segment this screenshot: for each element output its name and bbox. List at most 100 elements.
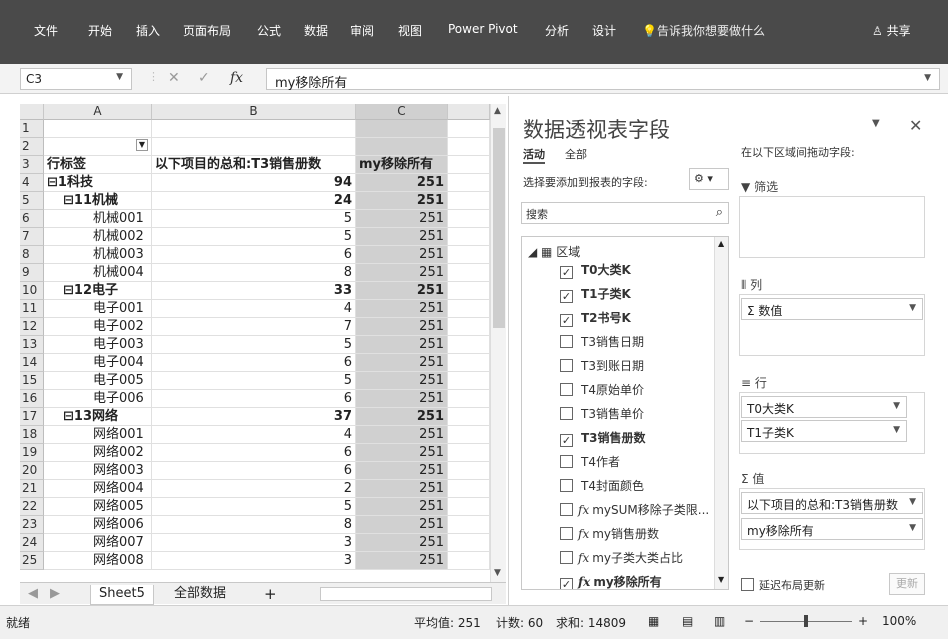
row-header[interactable]: 20 [20, 462, 44, 480]
row-header[interactable]: 11 [20, 300, 44, 318]
table-cell-c[interactable]: 251 [356, 498, 448, 516]
table-cell-b[interactable]: 5 [152, 228, 356, 246]
close-icon[interactable]: ✕ [909, 116, 922, 135]
chevron-down-icon[interactable]: ▼ [116, 72, 123, 82]
table-cell-a[interactable]: 网络005 [44, 498, 152, 516]
update-button[interactable]: 更新 [889, 573, 925, 595]
defer-update-checkbox[interactable]: 延迟布局更新 [741, 577, 825, 593]
table-cell-b[interactable]: 6 [152, 462, 356, 480]
table-cell-b[interactable]: 5 [152, 210, 356, 228]
row-header[interactable]: 24 [20, 534, 44, 552]
table-cell-b[interactable] [152, 120, 356, 138]
column-header-c[interactable]: C [356, 104, 448, 120]
table-cell-a[interactable]: 网络007 [44, 534, 152, 552]
table-cell-a[interactable]: 机械001 [44, 210, 152, 228]
table-cell-a[interactable]: 电子003 [44, 336, 152, 354]
table-cell-d[interactable] [448, 120, 490, 138]
row-header[interactable]: 14 [20, 354, 44, 372]
chevron-down-icon[interactable]: ▼ [909, 497, 916, 507]
table-cell-a[interactable]: ⊟1科技 [44, 174, 152, 192]
row-header[interactable]: 17 [20, 408, 44, 426]
tab-home[interactable]: 开始 [88, 22, 112, 39]
tab-active[interactable]: 活动 [523, 146, 545, 164]
table-cell-d[interactable] [448, 534, 490, 552]
table-cell-a[interactable]: ⊟11机械 [44, 192, 152, 210]
vertical-scrollbar[interactable]: ▲ ▼ [490, 104, 506, 582]
table-cell-d[interactable] [448, 156, 490, 174]
row-header[interactable]: 2 [20, 138, 44, 156]
field-item[interactable]: T4作者 [560, 453, 620, 470]
table-cell-d[interactable] [448, 264, 490, 282]
table-cell-d[interactable] [448, 246, 490, 264]
table-cell-a[interactable]: 网络008 [44, 552, 152, 570]
table-cell-d[interactable] [448, 354, 490, 372]
table-cell-c[interactable]: 251 [356, 282, 448, 300]
table-cell-a[interactable]: 机械003 [44, 246, 152, 264]
table-cell-b[interactable]: 5 [152, 372, 356, 390]
tab-design[interactable]: 设计 [592, 22, 616, 39]
row-header[interactable]: 18 [20, 426, 44, 444]
table-cell-d[interactable] [448, 498, 490, 516]
field-item[interactable]: fx my销售册数 [560, 525, 659, 542]
row-header[interactable]: 16 [20, 390, 44, 408]
table-cell-b[interactable]: 7 [152, 318, 356, 336]
scroll-up-icon[interactable]: ▲ [718, 239, 724, 248]
rows-chip[interactable]: T1子类K ▼ [741, 420, 907, 442]
checkbox-icon[interactable]: ✓ [560, 578, 573, 589]
row-header[interactable]: 19 [20, 444, 44, 462]
table-cell-d[interactable] [448, 462, 490, 480]
row-header[interactable]: 15 [20, 372, 44, 390]
table-cell-a[interactable]: 电子001 [44, 300, 152, 318]
table-cell-c[interactable]: my移除所有 [356, 156, 448, 174]
field-item[interactable]: T3到账日期 [560, 357, 644, 374]
table-cell-d[interactable] [448, 444, 490, 462]
zoom-slider-thumb[interactable] [804, 615, 808, 627]
table-cell-b[interactable]: 37 [152, 408, 356, 426]
checkbox-icon[interactable]: ✓ [560, 314, 573, 327]
table-cell-d[interactable] [448, 228, 490, 246]
gear-icon[interactable]: ⚙ ▾ [689, 168, 729, 190]
table-cell-b[interactable]: 8 [152, 516, 356, 534]
table-cell-c[interactable] [356, 120, 448, 138]
row-header[interactable]: 21 [20, 480, 44, 498]
tab-page-layout[interactable]: 页面布局 [183, 22, 231, 39]
column-header-b[interactable]: B [152, 104, 356, 120]
field-item[interactable]: fx my子类大类占比 [560, 549, 683, 566]
table-cell-b[interactable]: 94 [152, 174, 356, 192]
horizontal-scrollbar[interactable] [320, 587, 492, 601]
table-cell-c[interactable]: 251 [356, 336, 448, 354]
table-cell-c[interactable]: 251 [356, 192, 448, 210]
worksheet-grid[interactable]: A B C 1 2 3 行标签 ▼ 以下项目的总和:T3销售册数 my移除所有 4… [20, 104, 490, 582]
checkbox-icon[interactable]: ✓ [560, 434, 573, 447]
row-header[interactable]: 1 [20, 120, 44, 138]
checkbox-icon[interactable] [560, 383, 573, 396]
table-cell-a[interactable]: 网络003 [44, 462, 152, 480]
tab-insert[interactable]: 插入 [136, 22, 160, 39]
table-cell-c[interactable] [356, 138, 448, 156]
row-header[interactable]: 23 [20, 516, 44, 534]
table-cell-c[interactable]: 251 [356, 426, 448, 444]
tab-data[interactable]: 数据 [304, 22, 328, 39]
sheet-tab-all-data[interactable]: 全部数据 [166, 585, 234, 605]
row-header[interactable]: 12 [20, 318, 44, 336]
field-item[interactable]: T3销售单价 [560, 405, 644, 422]
row-header[interactable]: 3 [20, 156, 44, 174]
values-chip[interactable]: my移除所有 ▼ [741, 518, 923, 540]
table-cell-b[interactable]: 6 [152, 246, 356, 264]
field-item[interactable]: ✓ fx my移除所有 [560, 573, 662, 589]
tab-view[interactable]: 视图 [398, 22, 422, 39]
table-cell-c[interactable]: 251 [356, 516, 448, 534]
table-cell-c[interactable]: 251 [356, 318, 448, 336]
table-cell-b[interactable]: 6 [152, 354, 356, 372]
checkbox-icon[interactable]: ✓ [560, 266, 573, 279]
table-cell-d[interactable] [448, 390, 490, 408]
field-item[interactable]: ✓ T0大类K [560, 261, 631, 279]
table-cell-c[interactable]: 251 [356, 354, 448, 372]
expand-icon[interactable]: ▼ [924, 73, 931, 83]
tell-me-search[interactable]: 💡告诉我你想要做什么 [642, 22, 765, 39]
row-header[interactable]: 10 [20, 282, 44, 300]
table-cell-c[interactable]: 251 [356, 390, 448, 408]
checkbox-icon[interactable] [560, 527, 573, 540]
table-cell-a[interactable]: ⊟12电子 [44, 282, 152, 300]
table-cell-d[interactable] [448, 210, 490, 228]
